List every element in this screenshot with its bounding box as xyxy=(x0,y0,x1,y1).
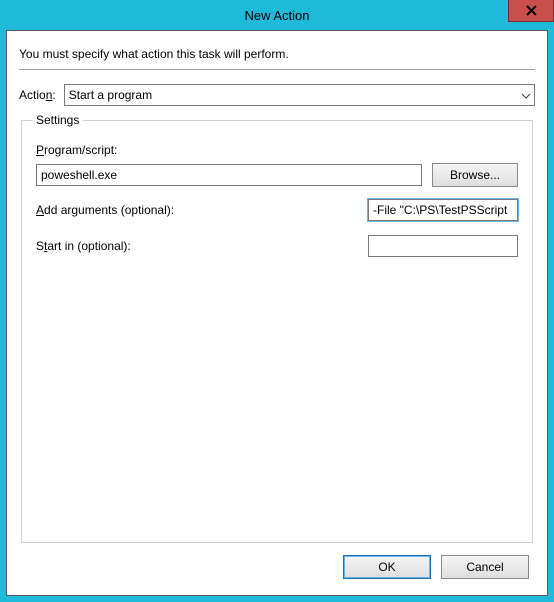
dialog-content: You must specify what action this task w… xyxy=(6,30,548,596)
action-select-wrap: Start a program xyxy=(64,84,535,106)
window-title: New Action xyxy=(244,8,309,23)
program-label: Program/script: xyxy=(36,143,518,157)
action-label: Action: xyxy=(19,88,56,102)
startin-row: Start in (optional): xyxy=(36,235,518,257)
titlebar: New Action xyxy=(0,0,554,30)
settings-group: Settings Program/script: Browse... Add a… xyxy=(21,120,533,543)
browse-button[interactable]: Browse... xyxy=(432,163,518,187)
divider xyxy=(19,69,535,70)
program-row: Browse... xyxy=(36,163,518,187)
startin-input[interactable] xyxy=(368,235,518,257)
cancel-button[interactable]: Cancel xyxy=(441,555,529,579)
close-icon xyxy=(526,5,537,16)
arguments-row: Add arguments (optional): xyxy=(36,199,518,221)
action-select[interactable]: Start a program xyxy=(64,84,535,106)
instruction-text: You must specify what action this task w… xyxy=(19,43,535,69)
ok-button[interactable]: OK xyxy=(343,555,431,579)
settings-legend: Settings xyxy=(32,113,83,127)
arguments-label: Add arguments (optional): xyxy=(36,203,174,217)
dialog-window: New Action You must specify what action … xyxy=(0,0,554,602)
program-input[interactable] xyxy=(36,164,422,186)
action-row: Action: Start a program xyxy=(19,84,535,106)
startin-label: Start in (optional): xyxy=(36,239,131,253)
close-button[interactable] xyxy=(508,0,554,22)
button-row: OK Cancel xyxy=(19,543,535,583)
arguments-input[interactable] xyxy=(368,199,518,221)
